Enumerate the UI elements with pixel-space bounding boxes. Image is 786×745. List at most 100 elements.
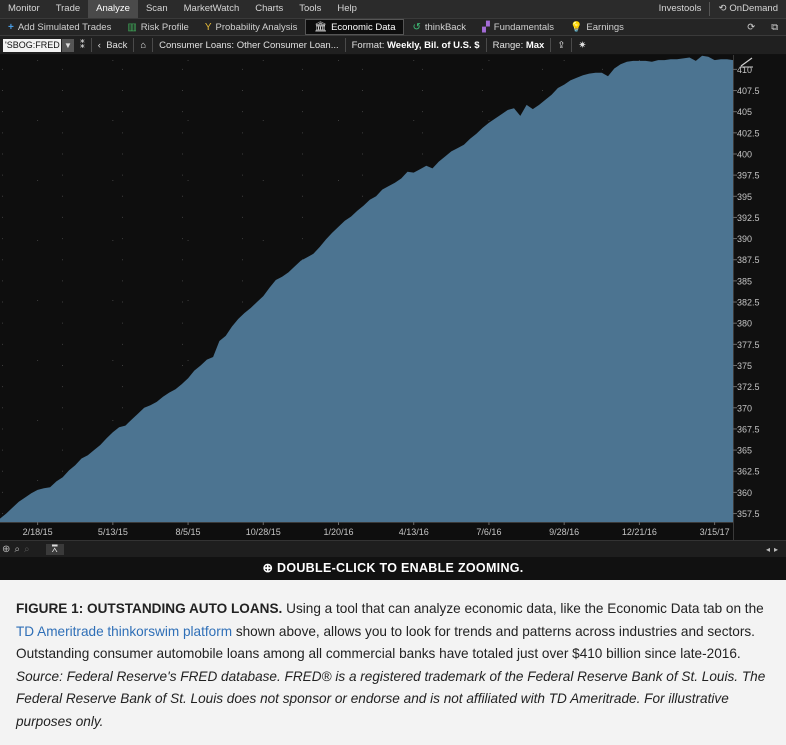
zoom-hint-bar[interactable]: ⊕ DOUBLE-CLICK TO ENABLE ZOOMING. bbox=[0, 557, 786, 580]
share-button[interactable]: ⇪ bbox=[551, 40, 571, 51]
symbol-input[interactable]: 'SBOG:FRED bbox=[3, 38, 61, 52]
platform-link[interactable]: TD Ameritrade thinkorswim platform bbox=[16, 624, 232, 639]
back-button[interactable]: ‹ Back bbox=[92, 40, 134, 51]
menu-charts[interactable]: Charts bbox=[247, 0, 291, 18]
y-tick-label: 407.5 bbox=[737, 86, 760, 96]
format-selector[interactable]: Format: Weekly, Bil. of U.S. $ bbox=[346, 40, 486, 51]
menu-monitor[interactable]: Monitor bbox=[0, 0, 48, 18]
menu-investools[interactable]: Investools bbox=[651, 0, 710, 18]
tab-thinkback[interactable]: ↺ thinkBack bbox=[404, 19, 474, 35]
x-tick-label: 9/28/16 bbox=[549, 527, 579, 537]
chevron-left-icon: ‹ bbox=[97, 39, 101, 51]
zoom-icon: ⊕ bbox=[262, 561, 274, 575]
back-label: Back bbox=[106, 39, 128, 51]
pan-icon[interactable]: ⊕ bbox=[0, 544, 12, 555]
zoom-hint-text: DOUBLE-CLICK TO ENABLE ZOOMING. bbox=[277, 561, 524, 575]
ondemand-icon: ⟲ bbox=[718, 3, 727, 14]
tab-label: Probability Analysis bbox=[215, 21, 298, 33]
format-value: Weekly, Bil. of U.S. $ bbox=[387, 39, 480, 51]
y-tick-label: 387.5 bbox=[737, 255, 760, 265]
chart-canvas[interactable]: 357.5 360 362.5 365 367.5 370 372.5 375 377.5 380… bbox=[0, 55, 786, 540]
tab-earnings[interactable]: 💡 Earnings bbox=[562, 19, 632, 35]
menu-tools[interactable]: Tools bbox=[291, 0, 329, 18]
y-tick-label: 410 bbox=[737, 65, 752, 75]
y-tick-label: 377.5 bbox=[737, 340, 760, 350]
tab-label: thinkBack bbox=[424, 21, 467, 33]
menu-analyze[interactable]: Analyze bbox=[88, 0, 138, 18]
tab-fundamentals[interactable]: ▞ Fundamentals bbox=[474, 19, 562, 35]
tab-risk-profile[interactable]: ▥ Risk Profile bbox=[119, 19, 197, 35]
series-description[interactable]: Consumer Loans: Other Consumer Loan... bbox=[153, 40, 345, 51]
y-tick-label: 390 bbox=[737, 234, 752, 244]
y-tick-label: 385 bbox=[737, 276, 752, 286]
chevron-down-icon: ▼ bbox=[64, 40, 72, 50]
analyze-tab-bar: + Add Simulated Trades ▥ Risk Profile Y … bbox=[0, 19, 786, 36]
detach-button[interactable]: ⧉ bbox=[763, 19, 786, 35]
link-icon: ⁑ bbox=[80, 39, 85, 51]
y-tick-label: 372.5 bbox=[737, 382, 760, 392]
fundamentals-icon: ▞ bbox=[482, 21, 490, 33]
y-tick-label: 380 bbox=[737, 319, 752, 329]
plus-icon: + bbox=[8, 21, 14, 33]
y-tick-label: 357.5 bbox=[737, 509, 760, 519]
risk-profile-icon: ▥ bbox=[127, 21, 137, 33]
expand-panel-button[interactable]: ⩞ bbox=[45, 543, 64, 555]
tab-economic-data[interactable]: 🏛 Economic Data bbox=[305, 19, 405, 35]
y-tick-label: 397.5 bbox=[737, 171, 760, 181]
gear-icon: ✷ bbox=[578, 39, 587, 51]
refresh-button[interactable]: ⟳ bbox=[739, 19, 763, 35]
share-icon: ⇪ bbox=[557, 39, 566, 51]
figure-label: FIGURE 1: OUTSTANDING AUTO LOANS. bbox=[16, 601, 283, 616]
refresh-icon: ⟳ bbox=[747, 21, 756, 33]
y-tick-label: 382.5 bbox=[737, 298, 760, 308]
home-button[interactable]: ⌂ bbox=[134, 40, 152, 51]
menu-scan[interactable]: Scan bbox=[138, 0, 176, 18]
range-selector[interactable]: Range: Max bbox=[487, 40, 551, 51]
home-icon: ⌂ bbox=[140, 39, 147, 51]
probability-icon: Y bbox=[204, 21, 212, 33]
chart-bottom-bar: ⊕ ⌕ ⌕ ⩞ ◂ ▸ bbox=[0, 540, 786, 557]
zoom-in-icon[interactable]: ⌕ bbox=[12, 544, 22, 555]
lightbulb-icon: 💡 bbox=[569, 21, 583, 33]
y-tick-label: 392.5 bbox=[737, 213, 760, 223]
menu-ondemand[interactable]: ⟲ OnDemand bbox=[710, 0, 786, 18]
settings-button[interactable]: ✷ bbox=[572, 40, 592, 51]
x-tick-label: 4/13/16 bbox=[399, 527, 429, 537]
ondemand-label: OnDemand bbox=[729, 3, 778, 14]
y-tick-label: 365 bbox=[737, 446, 752, 456]
y-tick-label: 402.5 bbox=[737, 128, 760, 138]
menu-trade[interactable]: Trade bbox=[48, 0, 88, 18]
tab-label: Risk Profile bbox=[140, 21, 189, 33]
x-tick-label: 3/15/17 bbox=[700, 527, 730, 537]
scroll-right-icon[interactable]: ▸ bbox=[772, 545, 780, 554]
range-value: Max bbox=[525, 39, 545, 51]
menu-help[interactable]: Help bbox=[329, 0, 365, 18]
zoom-out-icon[interactable]: ⌕ bbox=[22, 544, 32, 555]
range-label: Range: bbox=[492, 39, 524, 51]
tab-add-simulated-trades[interactable]: + Add Simulated Trades bbox=[0, 19, 119, 35]
tab-label: Economic Data bbox=[331, 21, 396, 33]
main-menu-bar: Monitor Trade Analyze Scan MarketWatch C… bbox=[0, 0, 786, 19]
history-icon: ↺ bbox=[412, 21, 421, 33]
x-tick-label: 7/6/16 bbox=[476, 527, 501, 537]
y-tick-label: 400 bbox=[737, 149, 752, 159]
menu-marketwatch[interactable]: MarketWatch bbox=[176, 0, 248, 18]
scroll-left-icon[interactable]: ◂ bbox=[764, 545, 772, 554]
y-tick-label: 405 bbox=[737, 107, 752, 117]
y-tick-label: 395 bbox=[737, 192, 752, 202]
economic-data-toolbar: 'SBOG:FRED ▼ ⁑ ‹ Back ⌂ Consumer Loans: … bbox=[0, 36, 786, 55]
tab-label: Add Simulated Trades bbox=[17, 21, 112, 33]
x-tick-label: 12/21/16 bbox=[622, 527, 657, 537]
source-note: Source: Federal Reserve's FRED database.… bbox=[16, 668, 766, 729]
tab-label: Earnings bbox=[586, 21, 624, 33]
y-tick-label: 375 bbox=[737, 361, 752, 371]
economic-data-chart[interactable]: 357.5 360 362.5 365 367.5 370 372.5 375 377.5 380… bbox=[0, 55, 786, 540]
y-tick-label: 370 bbox=[737, 403, 752, 413]
tab-probability-analysis[interactable]: Y Probability Analysis bbox=[197, 19, 306, 35]
x-tick-label: 5/13/15 bbox=[98, 527, 128, 537]
format-label: Format: bbox=[351, 39, 385, 51]
symbol-dropdown-button[interactable]: ▼ bbox=[62, 38, 74, 52]
thinkorswim-window: Monitor Trade Analyze Scan MarketWatch C… bbox=[0, 0, 786, 580]
link-button[interactable]: ⁑ bbox=[74, 40, 91, 51]
y-tick-label: 362.5 bbox=[737, 467, 760, 477]
